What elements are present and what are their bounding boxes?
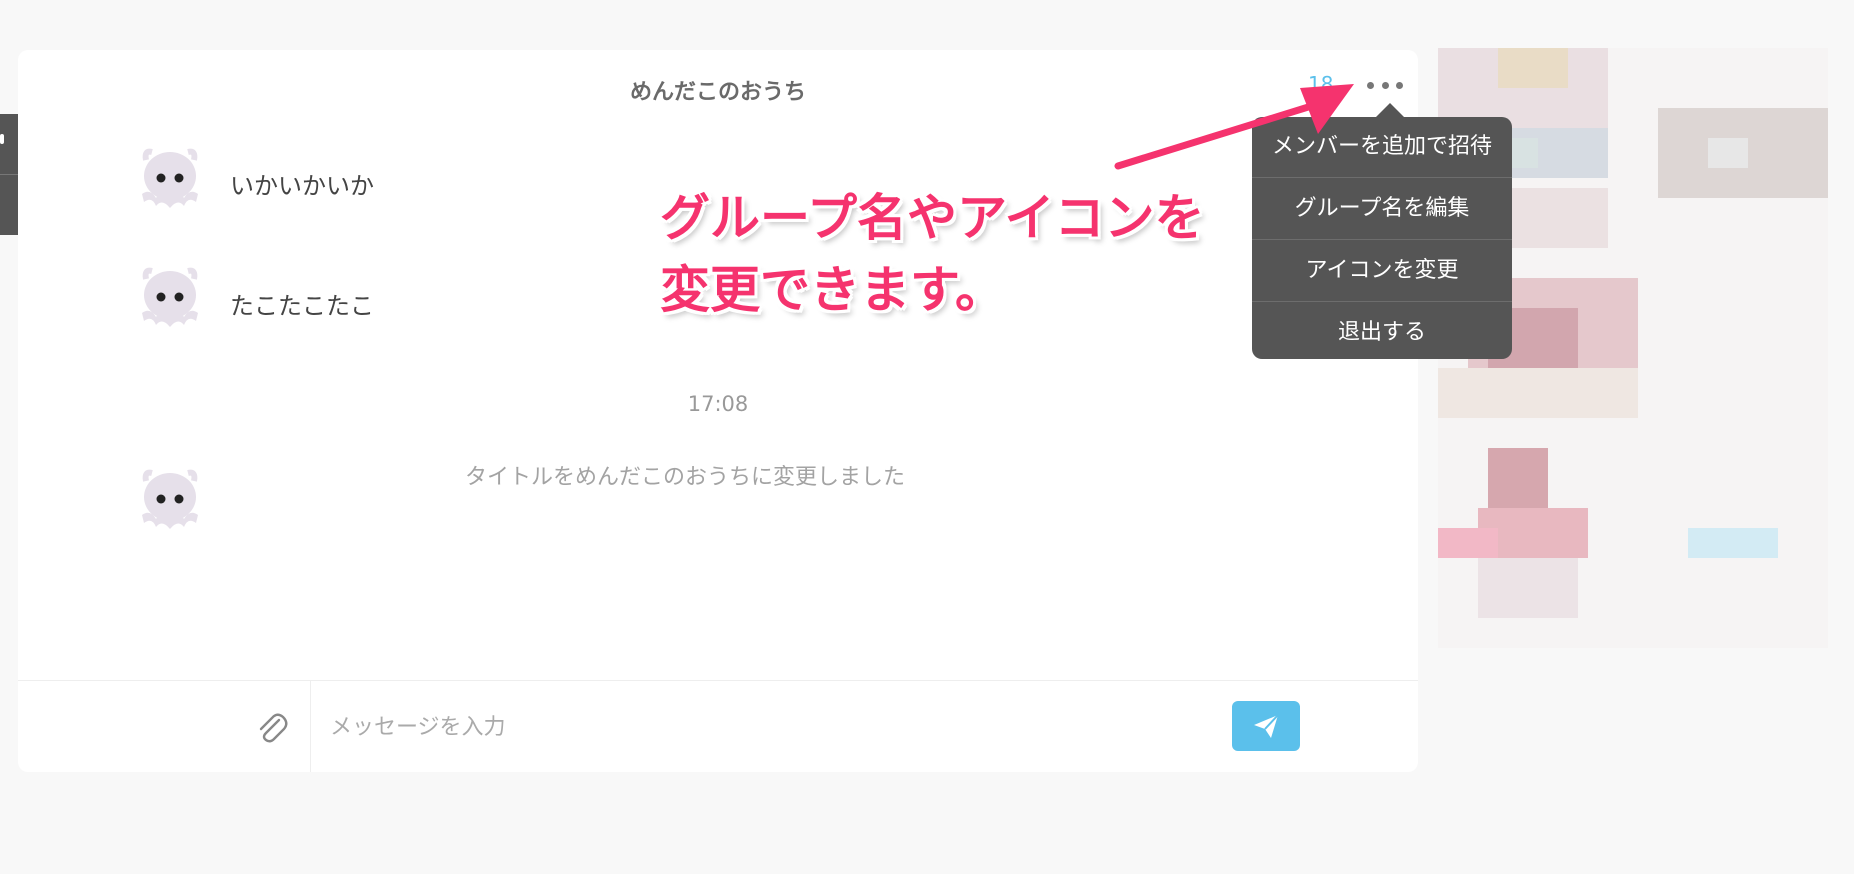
input-divider <box>310 681 311 772</box>
tab-indicator <box>0 134 4 144</box>
annotation-callout: グループ名やアイコンを 変更できます。 <box>660 182 1205 326</box>
message-timestamp: 17:08 <box>687 392 749 416</box>
send-button[interactable] <box>1232 701 1300 751</box>
message-input-bar <box>18 680 1418 772</box>
annotation-line-1: グループ名やアイコンを <box>660 189 1205 247</box>
more-dot <box>1381 81 1389 89</box>
member-count-badge[interactable]: 18 <box>1308 72 1333 96</box>
paper-plane-icon <box>1254 714 1279 738</box>
menu-item-invite-members[interactable]: メンバーを追加で招待 <box>1252 117 1512 177</box>
annotation-line-2: 変更できます。 <box>660 261 1005 319</box>
octopus-icon[interactable] <box>130 257 210 337</box>
message-text: たこたこたこ <box>230 292 374 320</box>
more-options-button[interactable] <box>1365 72 1405 98</box>
more-dot <box>1367 81 1374 89</box>
message-input[interactable] <box>328 705 1212 749</box>
system-message: タイトルをめんだこのおうちに変更しました <box>464 465 905 490</box>
message-text: いかいかいか <box>230 172 374 200</box>
menu-item-edit-group-name[interactable]: グループ名を編集 <box>1252 177 1512 239</box>
more-dot <box>1396 81 1403 89</box>
chat-title: めんだこのおうち <box>629 80 806 105</box>
menu-item-change-icon[interactable]: アイコンを変更 <box>1252 239 1512 301</box>
chat-panel: めんだこのおうち 18 いかいかいか たこたこたこ 17:08 タイトルをめんだ… <box>18 50 1418 772</box>
octopus-icon[interactable] <box>130 138 210 218</box>
paperclip-icon[interactable] <box>252 707 292 747</box>
menu-item-leave-group[interactable]: 退出する <box>1252 301 1512 363</box>
options-dropdown-menu: メンバーを追加で招待 グループ名を編集 アイコンを変更 退出する <box>1252 103 1512 359</box>
